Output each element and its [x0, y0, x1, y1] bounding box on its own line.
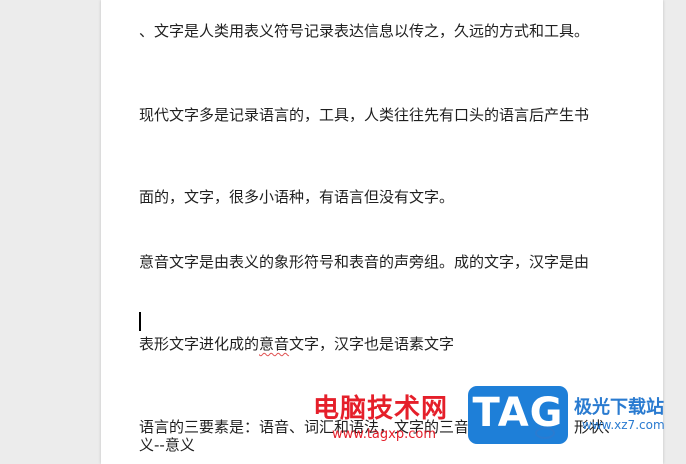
watermark-site2-name: 极光下载站	[574, 397, 664, 418]
paragraph-1[interactable]: 、文字是人类用表义符号记录表达信息以传之，久远的方式和工具。	[139, 22, 589, 40]
watermark-site2-url: www.xz7.com	[582, 418, 665, 432]
paragraph-5-text-a: 表形文字进化成的	[139, 335, 260, 353]
paragraph-5-text-b: 文字，汉字也是语素文字	[289, 335, 455, 353]
paragraph-4[interactable]: 意音文字是由表义的象形符号和表音的声旁组。成的文字，汉字是由	[139, 253, 589, 271]
watermark-site-name: 电脑技术网	[313, 394, 449, 424]
text-cursor	[139, 312, 141, 331]
watermark-swirl-icon	[535, 427, 555, 439]
paragraph-3[interactable]: 面的，文字，很多小语种，有语言但没有文字。	[139, 188, 454, 206]
paragraph-5[interactable]: 表形文字进化成的意音文字，汉字也是语素文字	[139, 335, 454, 353]
watermark-site-url: www.tagxp.com	[332, 427, 436, 442]
spellcheck-flagged-word[interactable]: 意音	[259, 335, 289, 353]
paragraph-2[interactable]: 现代文字多是记录语言的，工具，人类往往先有口头的语言后产生书	[139, 106, 589, 124]
